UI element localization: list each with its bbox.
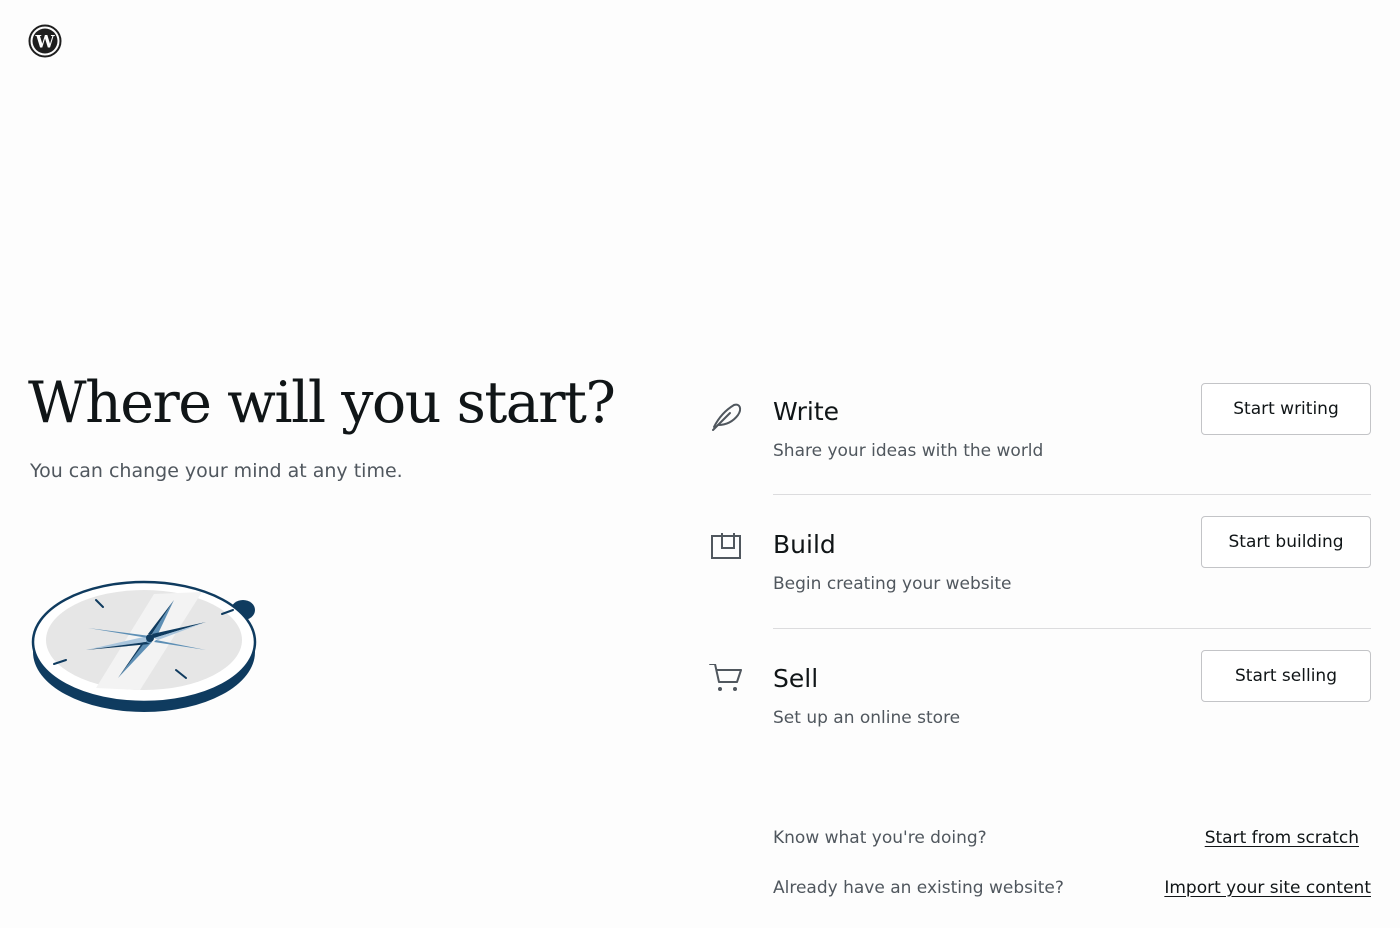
- divider: [773, 494, 1371, 495]
- option-sell: Sell Set up an online store Start sellin…: [706, 650, 1371, 728]
- footer-scratch-text: Know what you're doing?: [773, 828, 987, 848]
- footer-import-row: Already have an existing website? Import…: [773, 878, 1371, 904]
- option-build: Build Begin creating your website Start …: [706, 516, 1371, 594]
- footer-scratch-row: Know what you're doing? Start from scrat…: [773, 828, 1371, 854]
- start-from-scratch-link[interactable]: Start from scratch: [1205, 828, 1359, 848]
- onboarding-page: W Where will you start? You can change y…: [0, 0, 1400, 928]
- option-build-title: Build: [773, 530, 836, 559]
- start-writing-button[interactable]: Start writing: [1201, 383, 1371, 435]
- option-write-title: Write: [773, 397, 840, 426]
- option-build-description: Begin creating your website: [773, 574, 1012, 594]
- option-write: Write Share your ideas with the world St…: [706, 383, 1371, 461]
- compass-illustration: [31, 580, 257, 712]
- layout-icon: [711, 533, 741, 559]
- import-site-content-link[interactable]: Import your site content: [1164, 878, 1371, 898]
- svg-text:W: W: [34, 33, 55, 53]
- footer-import-text: Already have an existing website?: [773, 878, 1064, 898]
- start-selling-button[interactable]: Start selling: [1201, 650, 1371, 702]
- cart-icon: [709, 664, 742, 691]
- option-sell-title: Sell: [773, 664, 819, 693]
- option-sell-description: Set up an online store: [773, 708, 961, 728]
- divider: [773, 628, 1371, 629]
- start-building-button[interactable]: Start building: [1201, 516, 1371, 568]
- feather-icon: [712, 403, 742, 431]
- page-title: Where will you start?: [28, 370, 616, 436]
- wordpress-logo-icon[interactable]: W: [28, 24, 62, 58]
- option-write-description: Share your ideas with the world: [773, 441, 1044, 461]
- page-subtitle: You can change your mind at any time.: [30, 460, 403, 482]
